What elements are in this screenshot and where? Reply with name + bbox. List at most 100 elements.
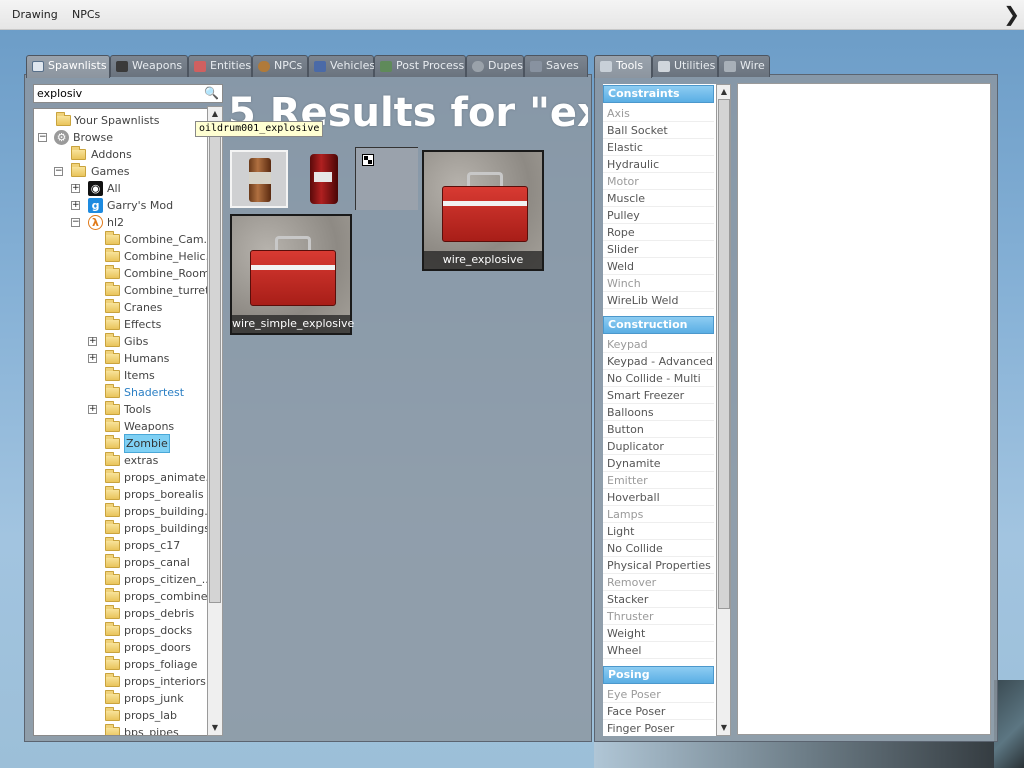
tool-item[interactable]: Elastic — [603, 140, 714, 156]
tree-folder-item[interactable]: + Gibs — [34, 333, 214, 350]
tree-folder-item[interactable]: props_buildings — [34, 520, 214, 537]
tree-folder-item[interactable]: props_foliage — [34, 656, 214, 673]
tab-spawnlists[interactable]: Spawnlists — [26, 55, 110, 78]
tool-item[interactable]: Keypad — [603, 337, 714, 353]
tree-folder-item[interactable]: props_building... — [34, 503, 215, 520]
tree-folder-item[interactable]: + Tools — [34, 401, 214, 418]
expand-icon[interactable]: + — [88, 405, 97, 414]
scroll-thumb[interactable] — [718, 99, 730, 609]
spawn-icon-wire-simple-explosive[interactable]: wire_simple_explosive — [230, 214, 354, 335]
tree-node-browse[interactable]: − ⚙ Browse — [34, 129, 214, 146]
collapse-icon[interactable]: − — [71, 218, 80, 227]
tree-folder-item[interactable]: props_canal — [34, 554, 214, 571]
collapse-icon[interactable]: − — [38, 133, 47, 142]
tool-item[interactable]: Lamps — [603, 507, 714, 523]
tree-folder-item[interactable]: props_borealis — [34, 486, 214, 503]
tree-folder-item[interactable]: Shadertest — [34, 384, 214, 401]
scroll-down-icon[interactable]: ▼ — [208, 721, 222, 735]
tool-item[interactable]: Thruster — [603, 609, 714, 625]
tool-item[interactable]: Pulley — [603, 208, 714, 224]
tool-item[interactable]: No Collide — [603, 541, 714, 557]
tab-post-process[interactable]: Post Process — [374, 55, 466, 77]
tool-item[interactable]: Finger Poser — [603, 721, 714, 736]
tool-item[interactable]: Light — [603, 524, 714, 540]
tree-folder-item[interactable]: props_docks — [34, 622, 214, 639]
magnifier-icon[interactable]: 🔍 — [204, 86, 219, 100]
tool-item[interactable]: Motor — [603, 174, 714, 190]
search-input[interactable]: explosiv 🔍 — [33, 84, 223, 103]
tool-item[interactable]: Smart Freezer — [603, 388, 714, 404]
tool-item[interactable]: Dynamite — [603, 456, 714, 472]
tree-folder-item[interactable]: props_interiors — [34, 673, 214, 690]
tree-scrollbar[interactable]: ▲ ▼ — [207, 106, 223, 736]
tab-tools[interactable]: Tools — [594, 55, 652, 78]
tool-item[interactable]: Hydraulic — [603, 157, 714, 173]
menu-drawing[interactable]: Drawing — [12, 8, 58, 21]
expand-icon[interactable]: + — [71, 201, 80, 210]
tool-item[interactable]: No Collide - Multi — [603, 371, 714, 387]
tree-folder-item[interactable]: Items — [34, 367, 214, 384]
spawn-icon-missing[interactable] — [355, 147, 418, 210]
expand-icon[interactable]: + — [71, 184, 80, 193]
tree-folder-item[interactable]: Combine_Room — [34, 265, 214, 282]
tree-folder-item[interactable]: Combine_Helic... — [34, 248, 216, 265]
category-header[interactable]: Construction — [603, 316, 714, 334]
tool-item[interactable]: Weight — [603, 626, 714, 642]
tree-folder-item[interactable]: extras — [34, 452, 214, 469]
tree-folder-item[interactable]: + Humans — [34, 350, 214, 367]
tree-folder-item[interactable]: Effects — [34, 316, 214, 333]
tree-folder-item[interactable]: bps_pipes — [34, 724, 214, 735]
tree-folder-item[interactable]: Weapons — [34, 418, 214, 435]
tool-item[interactable]: Muscle — [603, 191, 714, 207]
tree-folder-item[interactable]: Combine_turrets — [34, 282, 215, 299]
tool-item[interactable]: Remover — [603, 575, 714, 591]
collapse-icon[interactable]: − — [54, 167, 63, 176]
spawn-icon-wire-explosive[interactable]: wire_explosive — [422, 150, 544, 271]
tool-item[interactable]: Balloons — [603, 405, 714, 421]
tool-item[interactable]: Eye Poser — [603, 687, 714, 703]
tool-item[interactable]: Hoverball — [603, 490, 714, 506]
tree-folder-item[interactable]: Zombie — [34, 434, 214, 453]
tree-folder-item[interactable]: props_c17 — [34, 537, 214, 554]
tree-node-addons[interactable]: Addons — [34, 146, 214, 163]
tool-item[interactable]: Emitter — [603, 473, 714, 489]
tool-item[interactable]: Keypad - Advanced — [603, 354, 714, 370]
tool-item[interactable]: Stacker — [603, 592, 714, 608]
tab-saves[interactable]: Saves — [524, 55, 588, 77]
expand-arrow-icon[interactable]: ❯ — [1003, 2, 1020, 26]
tab-entities[interactable]: Entities — [188, 55, 252, 77]
spawn-icon-oildrum[interactable] — [230, 150, 288, 208]
tool-item[interactable]: Ball Socket — [603, 123, 714, 139]
expand-icon[interactable]: + — [88, 354, 97, 363]
category-header[interactable]: Posing — [603, 666, 714, 684]
scroll-up-icon[interactable]: ▲ — [208, 107, 222, 121]
tree-folder-item[interactable]: props_animate... — [34, 469, 216, 486]
menu-npcs[interactable]: NPCs — [72, 8, 100, 21]
tree-node-games[interactable]: − Games — [34, 163, 214, 180]
tree-folder-item[interactable]: props_doors — [34, 639, 214, 656]
tool-item[interactable]: Winch — [603, 276, 714, 292]
tree-node-all[interactable]: + ◉ All — [34, 180, 214, 197]
tree-node-hl2[interactable]: − λ hl2 — [34, 214, 214, 231]
tool-item[interactable]: WireLib Weld — [603, 293, 714, 309]
scroll-down-icon[interactable]: ▼ — [717, 721, 731, 735]
tool-item[interactable]: Axis — [603, 106, 714, 122]
category-header[interactable]: Constraints — [603, 85, 714, 103]
tool-item[interactable]: Slider — [603, 242, 714, 258]
tree-folder-item[interactable]: Combine_Cam... — [34, 231, 214, 248]
tool-item[interactable]: Physical Properties — [603, 558, 714, 574]
tree-folder-item[interactable]: Cranes — [34, 299, 214, 316]
tab-npcs[interactable]: NPCs — [252, 55, 308, 77]
tab-weapons[interactable]: Weapons — [110, 55, 188, 77]
tree-folder-item[interactable]: props_debris — [34, 605, 214, 622]
tab-vehicles[interactable]: Vehicles — [308, 55, 375, 77]
tab-wire[interactable]: Wire — [718, 55, 770, 77]
tool-item[interactable]: Rope — [603, 225, 714, 241]
tab-utilities[interactable]: Utilities — [652, 55, 718, 77]
tool-item[interactable]: Button — [603, 422, 714, 438]
tree-folder-item[interactable]: props_combine — [34, 588, 214, 605]
tree-node-garrys-mod[interactable]: + g Garry's Mod — [34, 197, 214, 214]
tree-folder-item[interactable]: props_junk — [34, 690, 214, 707]
tools-scrollbar[interactable]: ▲ ▼ — [716, 84, 731, 736]
tree-folder-item[interactable]: props_lab — [34, 707, 214, 724]
